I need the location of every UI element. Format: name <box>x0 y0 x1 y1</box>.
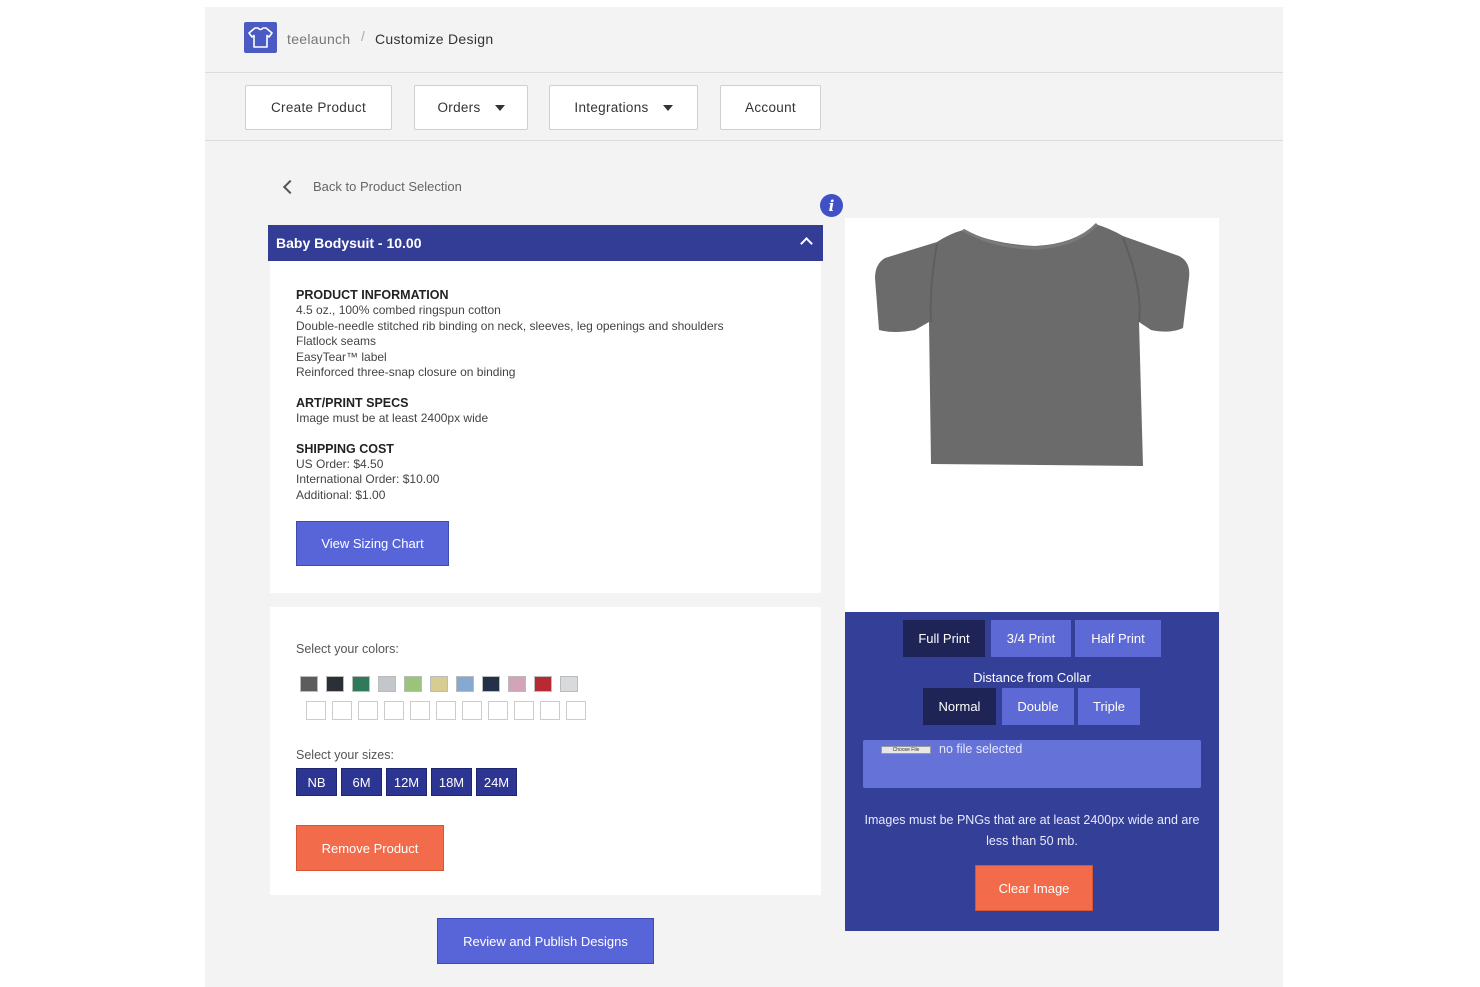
info-line: Double-needle stitched rib binding on ne… <box>296 318 724 333</box>
integrations-label: Integrations <box>574 100 649 115</box>
half-print-option[interactable]: Half Print <box>1075 620 1161 657</box>
specs-line: Image must be at least 2400px wide <box>296 410 489 425</box>
info-line: Reinforced three-snap closure on binding <box>296 365 516 380</box>
color-swatch[interactable] <box>352 676 370 692</box>
breadcrumb-app[interactable]: teelaunch <box>287 31 350 47</box>
color-checkbox[interactable] <box>306 701 326 720</box>
color-swatch[interactable] <box>326 676 344 692</box>
color-swatch[interactable] <box>300 676 318 692</box>
size-button-nb[interactable]: NB <box>296 768 337 796</box>
art-print-specs-title: ART/PRINT SPECS <box>296 395 409 410</box>
three-quarter-print-option[interactable]: 3/4 Print <box>991 620 1071 657</box>
caret-down-icon <box>494 104 505 111</box>
color-swatch[interactable] <box>430 676 448 692</box>
color-checkbox[interactable] <box>566 701 586 720</box>
select-sizes-label: Select your sizes: <box>296 748 394 762</box>
product-options-panel: Select your colors: Select your sizes: N… <box>270 607 821 895</box>
collar-triple-option[interactable]: Triple <box>1078 688 1140 725</box>
product-information-section: PRODUCT INFORMATION 4.5 oz., 100% combed… <box>296 288 821 381</box>
integrations-dropdown[interactable]: Integrations <box>549 85 698 130</box>
info-line: Flatlock seams <box>296 334 377 349</box>
view-sizing-chart-button[interactable]: View Sizing Chart <box>296 521 449 566</box>
shipping-cost-title: SHIPPING COST <box>296 441 394 456</box>
size-button-24m[interactable]: 24M <box>476 768 517 796</box>
create-product-label: Create Product <box>271 100 366 115</box>
info-line: 4.5 oz., 100% combed ringspun cotton <box>296 303 501 317</box>
teelaunch-logo-icon[interactable] <box>244 22 277 53</box>
baby-bodysuit-image <box>875 222 1190 466</box>
size-button-12m[interactable]: 12M <box>386 768 427 796</box>
color-swatch[interactable] <box>534 676 552 692</box>
collar-double-option[interactable]: Double <box>1002 688 1074 725</box>
color-swatch[interactable] <box>508 676 526 692</box>
color-swatch[interactable] <box>456 676 474 692</box>
info-icon[interactable]: i <box>820 194 843 217</box>
shipping-cost-section: SHIPPING COST US Order: $4.50 Internatio… <box>296 442 821 504</box>
account-label: Account <box>745 100 796 115</box>
size-button-18m[interactable]: 18M <box>431 768 472 796</box>
color-swatch[interactable] <box>482 676 500 692</box>
clear-image-button[interactable]: Clear Image <box>975 865 1093 911</box>
size-buttons: NB 6M 12M 18M 24M <box>296 768 517 796</box>
color-checkbox[interactable] <box>384 701 404 720</box>
product-accordion-header[interactable]: Baby Bodysuit - 10.00 <box>268 225 823 261</box>
product-title: Baby Bodysuit - 10.00 <box>276 235 422 251</box>
color-checkbox[interactable] <box>436 701 456 720</box>
color-swatch[interactable] <box>560 676 578 692</box>
color-checkbox[interactable] <box>514 701 534 720</box>
choose-file-button[interactable]: Choose File <box>881 746 931 754</box>
info-line: EasyTear™ label <box>296 349 387 364</box>
create-product-button[interactable]: Create Product <box>245 85 392 130</box>
back-to-product-selection-link[interactable]: Back to Product Selection <box>282 179 462 194</box>
select-colors-label: Select your colors: <box>296 642 399 656</box>
chevron-up-icon[interactable] <box>800 237 813 250</box>
shipping-line: Additional: $1.00 <box>296 487 386 502</box>
size-button-6m[interactable]: 6M <box>341 768 382 796</box>
nav-bar: Create Product Orders Integrations Accou… <box>205 73 1283 141</box>
color-checkbox[interactable] <box>462 701 482 720</box>
app-frame: teelaunch / Customize Design Create Prod… <box>205 7 1283 987</box>
color-swatch[interactable] <box>378 676 396 692</box>
color-swatches <box>300 676 578 692</box>
design-panel: Full Print 3/4 Print Half Print Distance… <box>845 612 1219 931</box>
file-status: no file selected <box>939 742 1023 756</box>
full-print-option[interactable]: Full Print <box>903 620 985 657</box>
shipping-line: International Order: $10.00 <box>296 472 440 487</box>
review-and-publish-button[interactable]: Review and Publish Designs <box>437 918 654 964</box>
account-button[interactable]: Account <box>720 85 821 130</box>
file-upload-field[interactable]: Choose File no file selected <box>863 740 1201 788</box>
color-checkboxes <box>306 701 586 720</box>
art-print-specs-section: ART/PRINT SPECS Image must be at least 2… <box>296 396 821 427</box>
distance-from-collar-label: Distance from Collar <box>973 670 1091 685</box>
remove-product-button[interactable]: Remove Product <box>296 825 444 871</box>
chevron-left-icon <box>282 179 298 194</box>
caret-down-icon <box>662 104 673 111</box>
orders-label: Orders <box>437 100 481 115</box>
orders-dropdown[interactable]: Orders <box>414 85 528 130</box>
product-information-title: PRODUCT INFORMATION <box>296 288 449 302</box>
collar-normal-option[interactable]: Normal <box>923 688 996 725</box>
color-checkbox[interactable] <box>410 701 430 720</box>
color-checkbox[interactable] <box>540 701 560 720</box>
color-checkbox[interactable] <box>358 701 378 720</box>
color-checkbox[interactable] <box>332 701 352 720</box>
shipping-line: US Order: $4.50 <box>296 456 384 471</box>
page-title: Customize Design <box>375 31 494 47</box>
image-requirements-note: Images must be PNGs that are at least 24… <box>864 813 1200 848</box>
back-link-label: Back to Product Selection <box>313 179 462 194</box>
color-swatch[interactable] <box>404 676 422 692</box>
color-checkbox[interactable] <box>488 701 508 720</box>
breadcrumb-separator: / <box>361 28 365 44</box>
top-header: teelaunch / Customize Design <box>205 7 1283 73</box>
product-preview <box>845 218 1219 612</box>
product-info-panel: PRODUCT INFORMATION 4.5 oz., 100% combed… <box>270 261 821 593</box>
